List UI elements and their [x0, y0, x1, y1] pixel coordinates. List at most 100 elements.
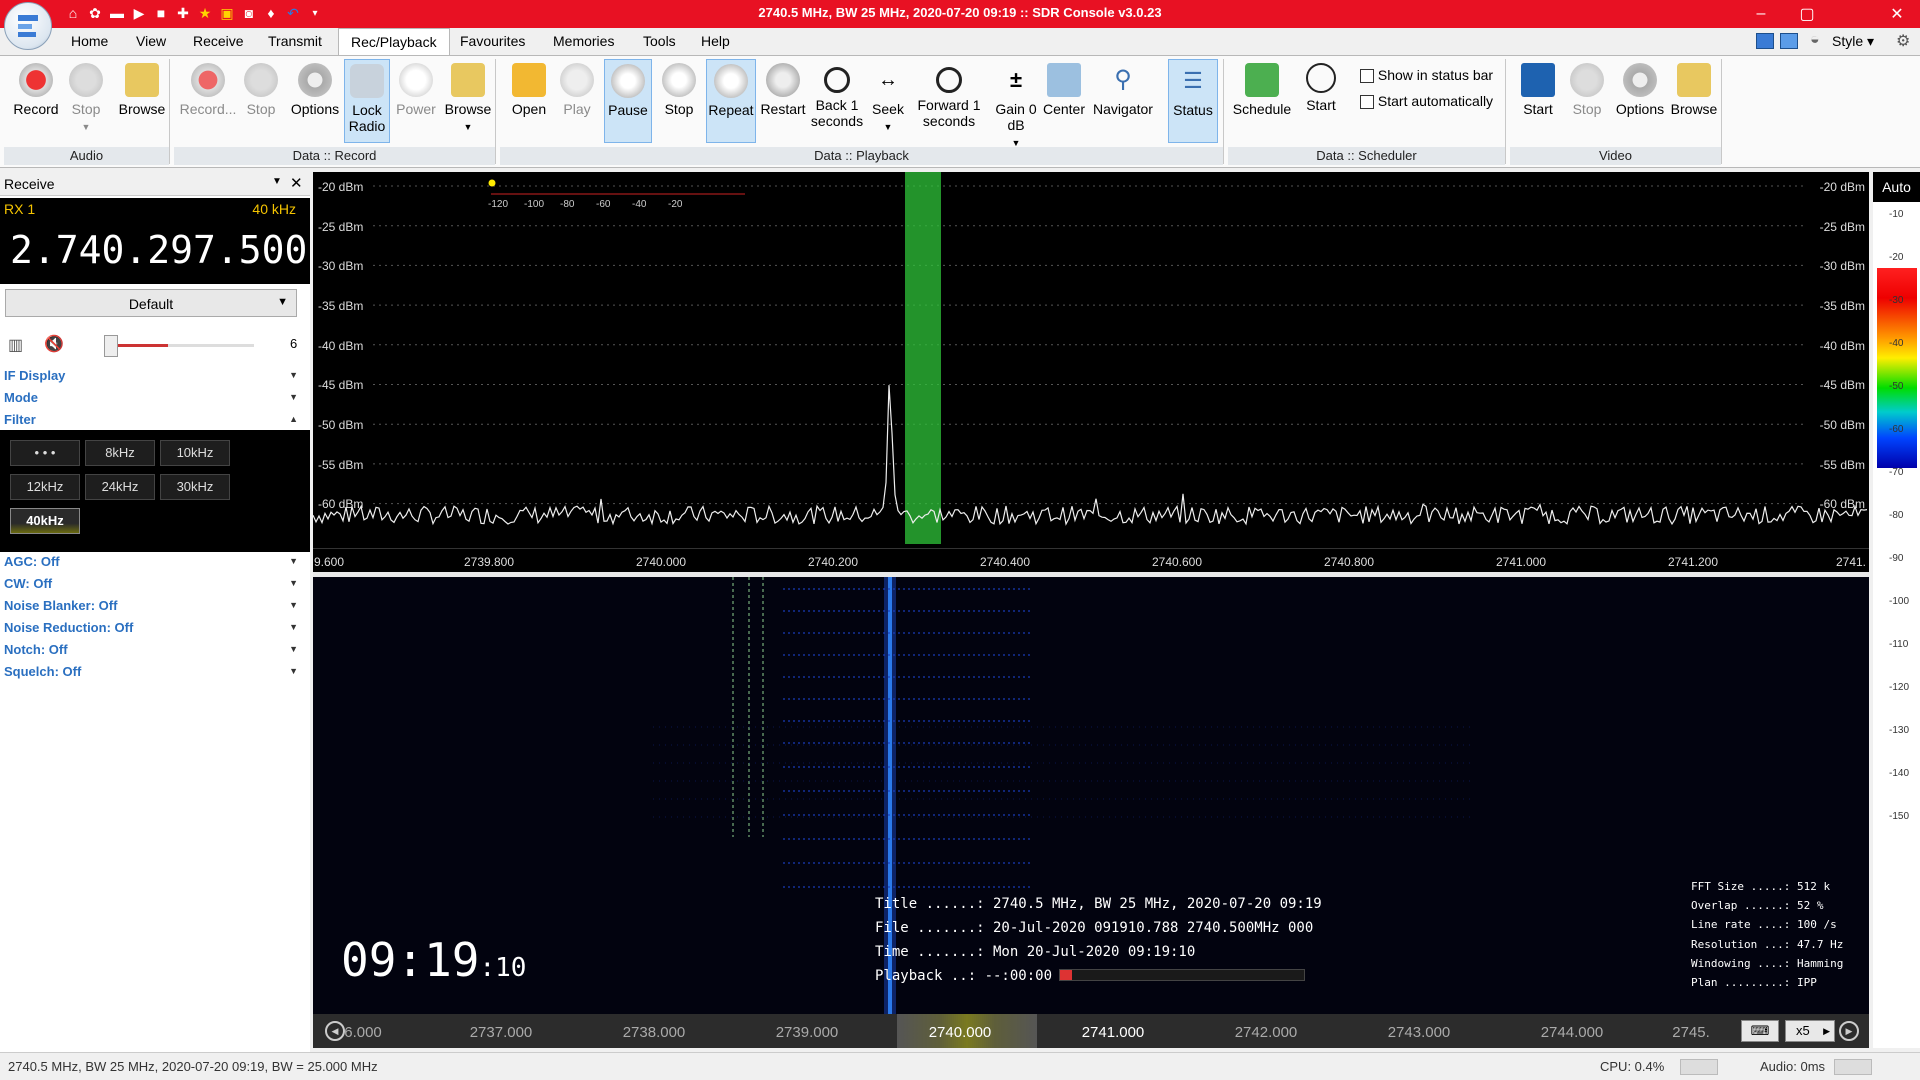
- frequency-display[interactable]: RX 1 40 kHz 2.740.297.500: [0, 198, 310, 284]
- tab-rec-playback[interactable]: Rec/Playback: [338, 28, 450, 56]
- chevron-down-icon[interactable]: ▼: [289, 556, 298, 566]
- group-audio: Record Stop ▼ Browse Audio: [4, 59, 170, 165]
- filter-12khz-button[interactable]: 12kHz: [10, 474, 80, 500]
- video-stop-button[interactable]: Stop: [1564, 59, 1610, 143]
- filter-24khz-button[interactable]: 24kHz: [85, 474, 155, 500]
- gain-button[interactable]: ± Gain 0 dB ▼: [994, 59, 1038, 148]
- playback-progress-bar[interactable]: [1059, 969, 1305, 981]
- chevron-down-icon[interactable]: ▼: [289, 392, 298, 402]
- filter-30khz-button[interactable]: 30kHz: [160, 474, 230, 500]
- audio-browse-button[interactable]: Browse: [116, 59, 168, 143]
- back-button[interactable]: Back 1 seconds: [810, 59, 864, 143]
- layout-2-icon[interactable]: [1780, 33, 1798, 49]
- minimize-button[interactable]: –: [1738, 0, 1784, 28]
- start-automatically-checkbox[interactable]: Start automatically: [1360, 93, 1493, 110]
- color-scale-label: -60: [1889, 424, 1904, 435]
- audio-stop-button[interactable]: Stop ▼: [62, 59, 110, 143]
- chevron-down-icon[interactable]: ▼: [289, 644, 298, 654]
- forward-button[interactable]: Forward 1 seconds: [912, 59, 986, 143]
- chevron-down-icon[interactable]: ▼: [289, 600, 298, 610]
- frequency-value[interactable]: 2.740.297.500: [10, 228, 307, 272]
- receive-filter-band[interactable]: [905, 172, 941, 544]
- repeat-button[interactable]: Repeat: [706, 59, 756, 143]
- data-record-button[interactable]: Record...: [178, 59, 238, 143]
- center-button[interactable]: Center: [1040, 59, 1088, 143]
- option-notch[interactable]: Notch: Off: [4, 642, 68, 657]
- tab-memories[interactable]: Memories: [553, 33, 614, 49]
- overview-scale[interactable]: ◀ 6.000 2737.000 2738.000 2739.000 2740.…: [313, 1014, 1869, 1048]
- close-button[interactable]: ✕: [1874, 0, 1920, 28]
- tab-help[interactable]: Help: [701, 33, 730, 49]
- keyboard-icon[interactable]: ⌨: [1741, 1020, 1779, 1042]
- option-noise-blanker[interactable]: Noise Blanker: Off: [4, 598, 117, 613]
- tab-receive[interactable]: Receive: [193, 33, 244, 49]
- chevron-down-icon[interactable]: ▼: [289, 370, 298, 380]
- tab-tools[interactable]: Tools: [643, 33, 676, 49]
- settings-icon[interactable]: ⚙: [1896, 31, 1910, 51]
- option-cw[interactable]: CW: Off: [4, 576, 52, 591]
- chevron-down-icon[interactable]: ▼: [289, 666, 298, 676]
- section-filter[interactable]: Filter: [4, 412, 36, 427]
- section-mode[interactable]: Mode: [4, 390, 38, 405]
- filter-more-button[interactable]: • • •: [10, 440, 80, 466]
- playback-stop-button[interactable]: Stop: [656, 59, 702, 143]
- color-scale-label: -10: [1889, 209, 1904, 220]
- volume-slider-thumb[interactable]: [104, 335, 118, 357]
- restart-button[interactable]: Restart: [758, 59, 808, 143]
- overview-tick-label: 2741.000: [1081, 1024, 1145, 1041]
- seek-button[interactable]: ↔ Seek ▼: [866, 59, 910, 143]
- filter-40khz-button[interactable]: 40kHz: [10, 508, 80, 534]
- data-record-stop-button[interactable]: Stop: [236, 59, 286, 143]
- layout-1-icon[interactable]: [1756, 33, 1774, 49]
- scheduler-start-button[interactable]: Start: [1296, 59, 1346, 143]
- overview-tick-label: 2737.000: [469, 1024, 533, 1041]
- tab-favourites[interactable]: Favourites: [460, 33, 525, 49]
- tab-home[interactable]: Home: [71, 33, 108, 49]
- style-menu[interactable]: Style ▾: [1832, 33, 1874, 50]
- chevron-down-icon[interactable]: ▼: [289, 622, 298, 632]
- chevron-down-icon[interactable]: ▼: [289, 578, 298, 588]
- spectrum-display[interactable]: -120 -100 -80 -60 -40 -20 -20 dBm -25 dB…: [313, 172, 1869, 572]
- app-menu-button[interactable]: [4, 2, 52, 50]
- mute-icon[interactable]: 🔇: [44, 334, 64, 354]
- chevron-up-icon[interactable]: ▲: [289, 414, 298, 424]
- zoom-select[interactable]: x5 ▶: [1785, 1020, 1835, 1042]
- volume-slider[interactable]: [104, 335, 254, 357]
- freq-tick-label: 2740.400: [979, 555, 1031, 569]
- video-browse-button[interactable]: Browse: [1668, 59, 1720, 143]
- fft-stats: FFT Size .....: 512 k Overlap ......: 52…: [1691, 877, 1843, 992]
- audio-record-button[interactable]: Record: [10, 59, 62, 143]
- navigator-button[interactable]: ⚲ Navigator: [1090, 59, 1156, 143]
- power-button[interactable]: Power: [392, 59, 440, 143]
- filter-8khz-button[interactable]: 8kHz: [85, 440, 155, 466]
- option-noise-reduction[interactable]: Noise Reduction: Off: [4, 620, 133, 635]
- bars-icon[interactable]: ▥: [8, 335, 23, 355]
- filter-10khz-button[interactable]: 10kHz: [160, 440, 230, 466]
- schedule-button[interactable]: Schedule: [1230, 59, 1294, 143]
- video-start-button[interactable]: Start: [1514, 59, 1562, 143]
- play-button[interactable]: Play: [554, 59, 600, 143]
- scroll-right-icon[interactable]: ▶: [1839, 1021, 1859, 1041]
- section-if-display[interactable]: IF Display: [4, 368, 65, 383]
- tab-transmit[interactable]: Transmit: [268, 33, 322, 49]
- panel-menu-icon[interactable]: ▼: [272, 176, 282, 187]
- auto-scale-button[interactable]: Auto: [1873, 172, 1920, 202]
- tab-view[interactable]: View: [136, 33, 166, 49]
- preset-select[interactable]: Default ▼: [5, 289, 297, 317]
- lock-radio-button[interactable]: Lock Radio: [344, 59, 390, 143]
- video-options-button[interactable]: Options: [1612, 59, 1668, 143]
- pause-button[interactable]: Pause: [604, 59, 652, 143]
- scroll-left-icon[interactable]: ◀: [325, 1021, 345, 1041]
- option-agc[interactable]: AGC: Off: [4, 554, 60, 569]
- close-panel-icon[interactable]: ✕: [290, 174, 303, 192]
- open-button[interactable]: Open: [506, 59, 552, 143]
- maximize-button[interactable]: ▢: [1784, 0, 1830, 28]
- frequency-axis[interactable]: [313, 548, 1869, 572]
- option-squelch[interactable]: Squelch: Off: [4, 664, 81, 679]
- show-in-status-bar-checkbox[interactable]: Show in status bar: [1360, 67, 1493, 84]
- data-record-options-button[interactable]: Options: [288, 59, 342, 143]
- waterfall-display[interactable]: 09:19:10 Title ......: 2740.5 MHz, BW 25…: [313, 577, 1869, 1014]
- status-button[interactable]: ☰ Status: [1168, 59, 1218, 143]
- record-icon: [19, 63, 53, 97]
- data-record-browse-button[interactable]: Browse ▼: [442, 59, 494, 143]
